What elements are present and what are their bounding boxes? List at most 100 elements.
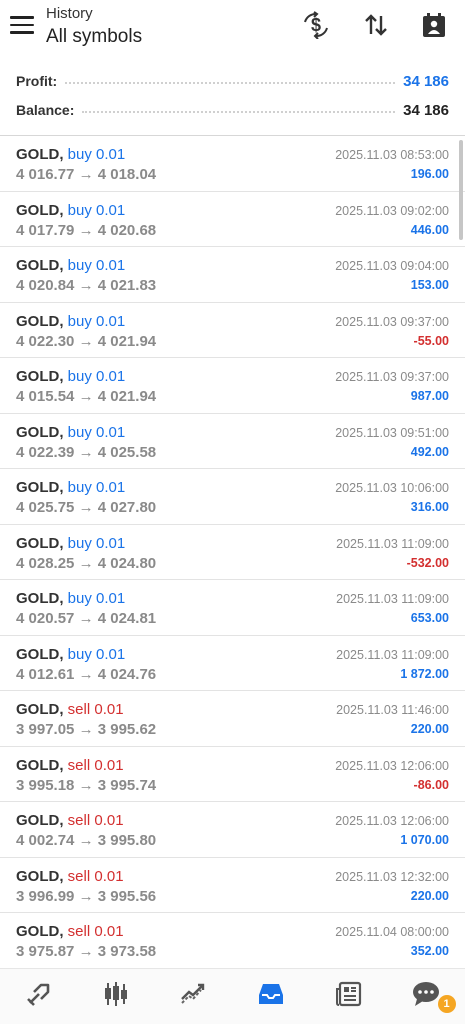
deal-row[interactable]: GOLD, buy 0.01 4 028.25 → 4 024.80 2025.11… (0, 525, 465, 580)
deal-symbol-line: GOLD, buy 0.01 (16, 202, 125, 219)
deal-list[interactable]: GOLD, buy 0.01 4 016.77 → 4 018.04 2025.11… (0, 136, 465, 968)
history-icon (256, 979, 286, 1014)
deal-close-price: 4 021.94 (97, 332, 157, 350)
profit-label: Profit: (16, 73, 58, 89)
deal-open-price: 4 025.75 (16, 499, 75, 516)
deal-profit: -55.00 (413, 333, 449, 348)
arrow-right-icon: → (78, 388, 94, 405)
deal-symbol: GOLD, (16, 257, 64, 274)
deal-close-price: 4 018.04 (97, 166, 157, 183)
deal-close-price: 3 995.62 (97, 721, 157, 738)
deal-symbol: GOLD, (16, 590, 64, 607)
deal-open-price: 3 995.18 (16, 776, 75, 794)
deal-close-price: 4 024.81 (97, 610, 157, 627)
arrow-right-icon: → (78, 554, 94, 572)
arrow-right-icon: → (78, 332, 94, 350)
deal-prices: 4 022.39 → 4 025.58 (16, 444, 156, 461)
quotes-icon (24, 979, 54, 1014)
deal-prices: 4 020.57 → 4 024.81 (16, 610, 156, 627)
account-summary: Profit: 34 186 Balance: 34 186 (0, 60, 465, 136)
deal-symbol-line: GOLD, buy 0.01 (16, 313, 125, 330)
deal-symbol: GOLD, (16, 867, 64, 885)
deal-row[interactable]: GOLD, buy 0.01 4 012.61 → 4 024.76 2025.11… (0, 636, 465, 691)
deal-row[interactable]: GOLD, sell 0.01 3 997.05 → 3 995.62 2025.1… (0, 691, 465, 747)
dollar-swap-icon[interactable]: $ (301, 10, 331, 40)
deal-close-price: 4 024.80 (97, 554, 157, 572)
arrow-right-icon: → (78, 166, 94, 183)
deal-side: buy 0.01 (67, 201, 126, 219)
header-subtitle: History (46, 5, 93, 22)
deal-time: 2025.11.03 09:04:00 (335, 259, 449, 273)
deal-open-price: 4 012.61 (16, 665, 75, 683)
deal-prices: 3 996.99 → 3 995.56 (16, 888, 156, 905)
deal-time: 2025.11.03 12:06:00 (335, 758, 449, 773)
nav-quotes[interactable] (0, 969, 78, 1024)
deal-row[interactable]: GOLD, buy 0.01 4 022.39 → 4 025.58 2025.11… (0, 414, 465, 469)
deal-row[interactable]: GOLD, sell 0.01 4 002.74 → 3 995.80 2025.1… (0, 802, 465, 858)
deal-prices: 4 016.77 → 4 018.04 (16, 166, 156, 183)
deal-row[interactable]: GOLD, buy 0.01 4 015.54 → 4 021.94 2025.11… (0, 358, 465, 414)
calendar-icon[interactable] (419, 10, 449, 40)
deal-symbol: GOLD, (16, 923, 64, 940)
dotted-leader (65, 82, 396, 84)
nav-chart[interactable] (78, 969, 156, 1024)
sort-icon[interactable] (361, 10, 391, 40)
menu-icon[interactable] (10, 16, 34, 36)
nav-news[interactable] (310, 969, 388, 1024)
deal-prices: 3 995.18 → 3 995.74 (16, 777, 156, 794)
deal-side: sell 0.01 (67, 812, 124, 829)
deal-profit: 220.00 (410, 888, 449, 903)
deal-close-price: 4 025.58 (97, 443, 157, 461)
deal-symbol: GOLD, (16, 645, 64, 663)
deal-row[interactable]: GOLD, buy 0.01 4 020.57 → 4 024.81 2025.11… (0, 580, 465, 636)
balance-value: 34 186 (403, 101, 449, 119)
deal-open-price: 4 022.39 (16, 443, 75, 461)
svg-text:$: $ (311, 15, 321, 35)
deal-row[interactable]: GOLD, buy 0.01 4 022.30 → 4 021.94 2025.11… (0, 303, 465, 358)
deal-row[interactable]: GOLD, buy 0.01 4 016.77 → 4 018.04 2025.11… (0, 136, 465, 192)
deal-side: buy 0.01 (67, 645, 126, 663)
deal-time: 2025.11.03 09:37:00 (335, 314, 449, 329)
arrow-right-icon: → (78, 277, 94, 294)
deal-close-price: 4 024.76 (97, 665, 157, 683)
deal-symbol: GOLD, (16, 201, 64, 219)
nav-history[interactable] (233, 969, 311, 1024)
profit-value: 34 186 (403, 72, 449, 90)
deal-time: 2025.11.03 11:09:00 (336, 536, 449, 551)
deal-symbol-line: GOLD, buy 0.01 (16, 590, 125, 607)
arrow-right-icon: → (78, 943, 94, 960)
deal-row[interactable]: GOLD, sell 0.01 3 996.99 → 3 995.56 2025.1… (0, 858, 465, 913)
deal-time: 2025.11.03 08:53:00 (335, 148, 449, 162)
nav-trade[interactable] (155, 969, 233, 1024)
deal-symbol: GOLD, (16, 312, 64, 330)
chart-icon (101, 979, 131, 1014)
deal-row[interactable]: GOLD, sell 0.01 3 975.87 → 3 973.58 2025.1… (0, 913, 465, 968)
symbol-filter-title[interactable]: All symbols (46, 26, 142, 48)
deal-prices: 3 997.05 → 3 995.62 (16, 721, 156, 738)
deal-row[interactable]: GOLD, buy 0.01 4 025.75 → 4 027.80 2025.11… (0, 469, 465, 525)
deal-symbol: GOLD, (16, 368, 64, 385)
deal-symbol-line: GOLD, sell 0.01 (16, 812, 124, 829)
trade-icon (179, 979, 209, 1014)
nav-chat[interactable]: 1 (388, 969, 465, 1024)
deal-prices: 4 025.75 → 4 027.80 (16, 499, 156, 516)
deal-close-price: 4 021.83 (97, 277, 157, 294)
scrollbar[interactable] (459, 140, 463, 240)
deal-symbol-line: GOLD, buy 0.01 (16, 368, 125, 385)
deal-row[interactable]: GOLD, sell 0.01 3 995.18 → 3 995.74 2025.1… (0, 747, 465, 802)
deal-side: buy 0.01 (67, 423, 126, 441)
deal-profit: -532.00 (406, 555, 449, 570)
deal-prices: 4 028.25 → 4 024.80 (16, 555, 156, 572)
deal-side: sell 0.01 (67, 867, 124, 885)
deal-symbol-line: GOLD, sell 0.01 (16, 923, 124, 940)
deal-close-price: 4 027.80 (97, 499, 157, 516)
deal-row[interactable]: GOLD, buy 0.01 4 020.84 → 4 021.83 2025.11… (0, 247, 465, 303)
deal-symbol: GOLD, (16, 812, 64, 829)
app-header: History All symbols $ (0, 0, 465, 58)
deal-side: buy 0.01 (67, 534, 126, 552)
chat-icon (410, 979, 442, 1014)
deal-symbol-line: GOLD, buy 0.01 (16, 146, 125, 163)
chat-badge: 1 (437, 995, 456, 1013)
deal-open-price: 4 022.30 (16, 332, 75, 350)
deal-row[interactable]: GOLD, buy 0.01 4 017.79 → 4 020.68 2025.11… (0, 192, 465, 247)
